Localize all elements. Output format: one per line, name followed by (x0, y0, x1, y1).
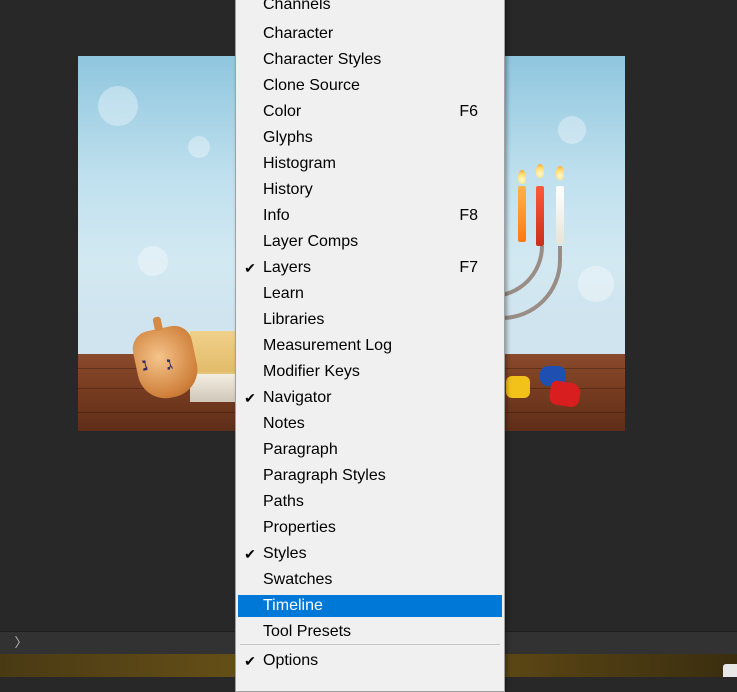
menu-item-label: Tool Presets (263, 623, 352, 640)
menu-item-paths[interactable]: Paths (238, 491, 502, 513)
menu-item-label: Histogram (263, 155, 336, 172)
menu-item-timeline[interactable]: Timeline (238, 595, 502, 617)
checkmark-icon: ✔ (244, 390, 256, 406)
menu-item-paragraph[interactable]: Paragraph (238, 439, 502, 461)
menu-item-shortcut: F6 (459, 103, 478, 120)
menu-item-label: Color (263, 103, 302, 120)
menu-item-label: Glyphs (263, 129, 313, 146)
window-menu-dropdown: Channels Character Character Styles Clone S… (235, 0, 505, 692)
yellow-dreidel (506, 376, 530, 398)
menu-item-label: Character Styles (263, 51, 382, 68)
menu-item-label: Properties (263, 519, 336, 536)
menu-separator (240, 644, 500, 645)
menu-item-label: Measurement Log (263, 337, 392, 354)
menu-item-label: Modifier Keys (263, 363, 360, 380)
menu-item-info[interactable]: Info F8 (238, 205, 502, 227)
menu-item-label: Learn (263, 285, 304, 302)
menu-item-options[interactable]: ✔ Options (238, 650, 502, 672)
menu-item-navigator[interactable]: ✔ Navigator (238, 387, 502, 409)
menu-item-paragraph-styles[interactable]: Paragraph Styles (238, 465, 502, 487)
menu-item-label: Paths (263, 493, 304, 510)
menu-item-styles[interactable]: ✔ Styles (238, 543, 502, 565)
menu-item-label: Layers (263, 259, 312, 276)
menu-item-label: Swatches (263, 571, 333, 588)
menu-item-label: Styles (263, 545, 307, 562)
menu-item-label: Character (263, 25, 334, 42)
menu-item-label: Notes (263, 415, 305, 432)
menu-item-label: Libraries (263, 311, 325, 328)
checkmark-icon: ✔ (244, 546, 256, 562)
bokeh-light (138, 246, 168, 276)
menu-item-measurement-log[interactable]: Measurement Log (238, 335, 502, 357)
menu-item-label: Layer Comps (263, 233, 359, 250)
menu-item-channels[interactable]: Channels (238, 0, 502, 16)
menorah (464, 164, 594, 320)
menu-item-histogram[interactable]: Histogram (238, 153, 502, 175)
red-dreidel (548, 380, 582, 408)
menu-item-clone-source[interactable]: Clone Source (238, 75, 502, 97)
menu-item-label: Channels (263, 0, 331, 13)
menu-item-swatches[interactable]: Swatches (238, 569, 502, 591)
corner-icon (723, 664, 737, 677)
bokeh-light (98, 86, 138, 126)
checkmark-icon: ✔ (244, 653, 256, 669)
menu-item-label: Paragraph (263, 441, 338, 458)
menu-item-properties[interactable]: Properties (238, 517, 502, 539)
menu-item-label: Info (263, 207, 290, 224)
menu-item-history[interactable]: History (238, 179, 502, 201)
menu-item-layers[interactable]: ✔ Layers F7 (238, 257, 502, 279)
menu-item-label: History (263, 181, 313, 198)
dreidel-glyph: ג (164, 352, 175, 375)
menu-item-shortcut: F7 (459, 259, 478, 276)
menu-item-layer-comps[interactable]: Layer Comps (238, 231, 502, 253)
menu-item-notes[interactable]: Notes (238, 413, 502, 435)
menu-item-label: Paragraph Styles (263, 467, 386, 484)
menu-item-glyphs[interactable]: Glyphs (238, 127, 502, 149)
menu-item-color[interactable]: Color F6 (238, 101, 502, 123)
menu-item-label: Timeline (263, 597, 323, 614)
menu-item-label: Clone Source (263, 77, 360, 94)
menu-item-tool-presets[interactable]: Tool Presets (238, 621, 502, 643)
menu-item-label: Options (263, 652, 319, 669)
menu-item-character[interactable]: Character (238, 23, 502, 45)
gift-box-white (190, 372, 238, 402)
menu-item-modifier-keys[interactable]: Modifier Keys (238, 361, 502, 383)
menu-item-shortcut: F8 (459, 207, 478, 224)
menu-item-character-styles[interactable]: Character Styles (238, 49, 502, 71)
menu-item-learn[interactable]: Learn (238, 283, 502, 305)
checkmark-icon: ✔ (244, 260, 256, 276)
bokeh-light (188, 136, 210, 158)
bokeh-light (558, 116, 586, 144)
dreidel-glyph: נ (139, 354, 150, 376)
status-bar-expand-button[interactable]: 〉 (8, 634, 34, 652)
menu-item-label: Navigator (263, 389, 332, 406)
menu-item-libraries[interactable]: Libraries (238, 309, 502, 331)
